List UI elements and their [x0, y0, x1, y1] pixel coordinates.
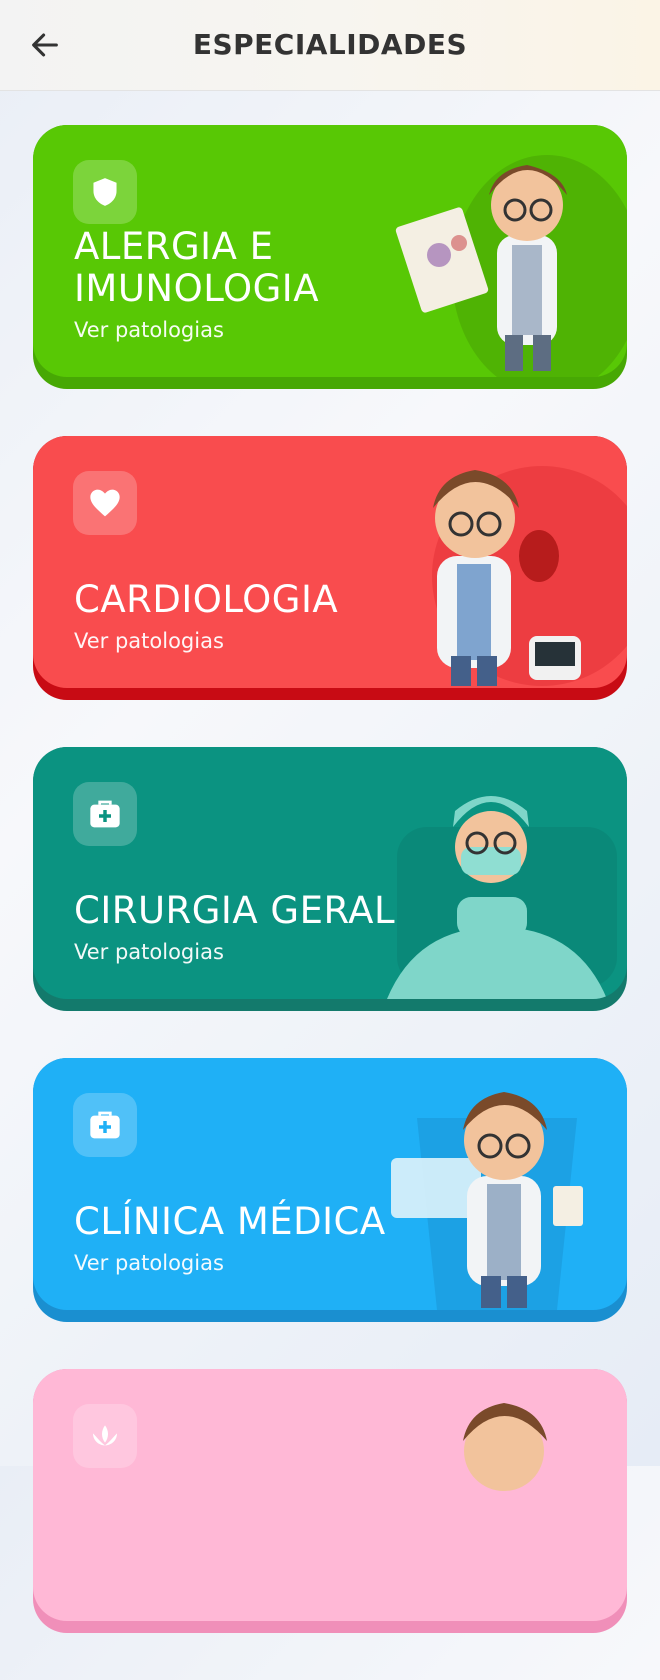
medical-kit-icon	[90, 800, 120, 828]
card-title: CIRURGIA GERAL	[74, 889, 396, 932]
card-subtitle: Ver patologias	[74, 940, 224, 964]
doctor-illustration	[387, 796, 617, 999]
specialties-list: ALERGIA E IMUNOLOGIA Ver patologias CARD…	[33, 125, 627, 1680]
page-title: ESPECIALIDADES	[192, 28, 468, 61]
app-header: ESPECIALIDADES	[0, 0, 660, 91]
specialty-card-partial[interactable]	[33, 1369, 627, 1633]
icon-container	[73, 782, 137, 846]
shield-icon	[93, 178, 117, 206]
card-title: CARDIOLOGIA	[74, 578, 339, 621]
icon-container	[73, 1093, 137, 1157]
icon-container	[73, 1404, 137, 1468]
card-title: CLÍNICA MÉDICA	[74, 1200, 386, 1243]
doctor-illustration	[432, 466, 627, 686]
card-subtitle: Ver patologias	[74, 629, 224, 653]
doctor-illustration	[463, 1403, 547, 1491]
card-subtitle: Ver patologias	[74, 318, 224, 342]
doctor-illustration	[391, 1092, 583, 1310]
icon-container	[73, 471, 137, 535]
heart-icon	[90, 489, 120, 517]
card-subtitle: Ver patologias	[74, 1251, 224, 1275]
medical-kit-icon	[90, 1111, 120, 1139]
specialty-card-clinica[interactable]: CLÍNICA MÉDICA Ver patologias	[33, 1058, 627, 1322]
specialty-card-cardiologia[interactable]: CARDIOLOGIA Ver patologias	[33, 436, 627, 700]
card-title: ALERGIA E IMUNOLOGIA	[74, 225, 320, 310]
icon-container	[73, 160, 137, 224]
specialty-card-cirurgia[interactable]: CIRURGIA GERAL Ver patologias	[33, 747, 627, 1011]
specialty-card-alergia[interactable]: ALERGIA E IMUNOLOGIA Ver patologias	[33, 125, 627, 389]
lotus-icon	[93, 1425, 117, 1446]
